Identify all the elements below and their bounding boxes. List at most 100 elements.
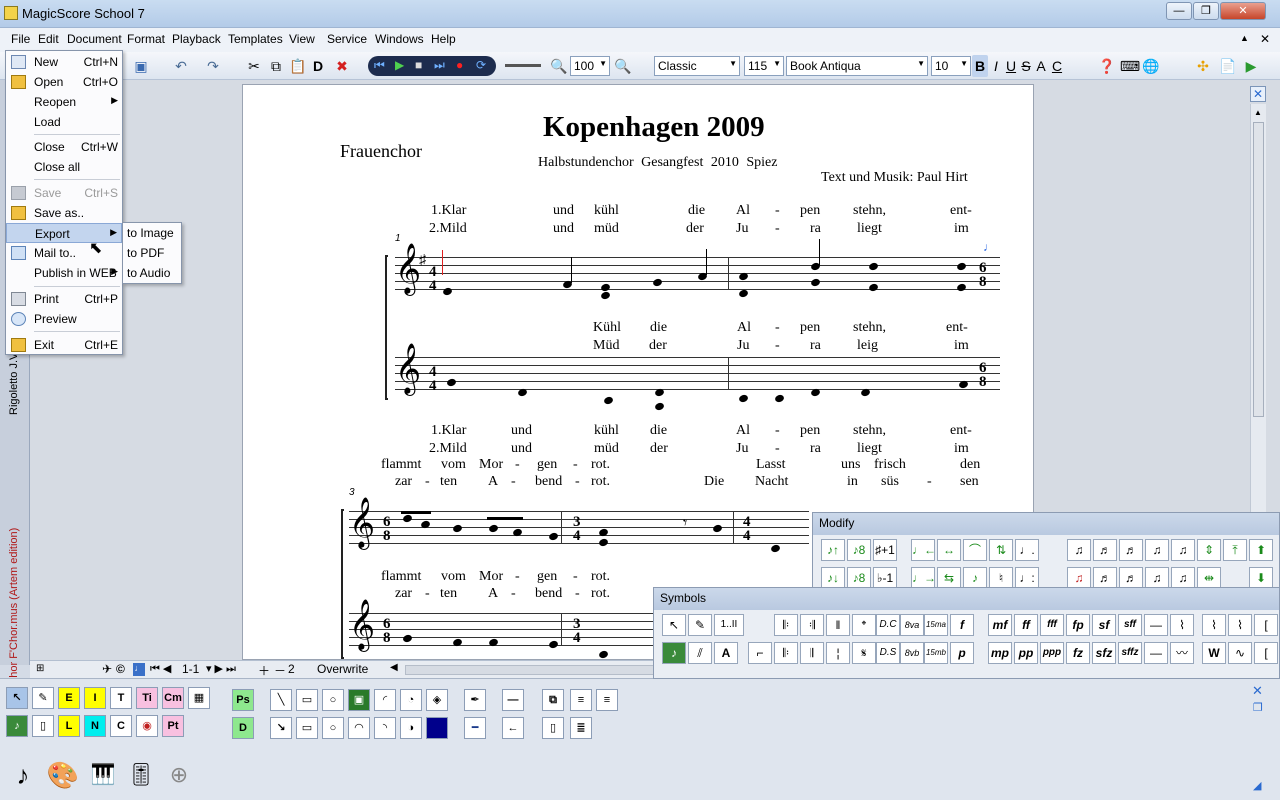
forte-button[interactable]: f <box>950 614 974 636</box>
pp-button[interactable]: pp <box>1014 642 1038 664</box>
sff-button[interactable]: sff <box>1118 614 1142 636</box>
mf-button[interactable]: mf <box>988 614 1012 636</box>
accidental-down-icon[interactable]: ♭-1 <box>873 567 897 589</box>
trill-icon[interactable]: ⌇ <box>1170 614 1194 636</box>
shrink-icon[interactable]: ⇆ <box>937 567 961 589</box>
undo-icon[interactable]: ↶ <box>170 55 192 77</box>
file-menu-print[interactable]: Print Ctrl+P <box>6 289 122 309</box>
mp-button[interactable]: mp <box>988 642 1012 664</box>
italic-button[interactable]: I <box>989 55 1003 77</box>
sf-button[interactable]: sf <box>1092 614 1116 636</box>
file-menu-close-all[interactable]: Close all <box>6 157 122 177</box>
file-menu-reopen[interactable]: Reopen ▶ <box>6 92 122 112</box>
select-tool-icon[interactable]: ↖ <box>6 687 28 709</box>
symbols-panel-title[interactable]: Symbols <box>654 588 1279 610</box>
compass-palette-tab-icon[interactable]: ⊕ <box>160 756 198 794</box>
close-panel-icon[interactable]: ✕ <box>1252 683 1263 699</box>
copy-icon[interactable]: ⧉ <box>265 55 287 77</box>
minimize-button[interactable]: — <box>1166 2 1192 20</box>
frame-tool-icon[interactable]: ▭ <box>296 717 318 739</box>
puzzle-icon[interactable]: ✣ <box>1192 55 1214 77</box>
char-button[interactable]: C <box>1050 55 1064 77</box>
tie-icon[interactable]: ⌒ <box>963 539 987 561</box>
sffz-button[interactable]: sffz <box>1118 642 1142 664</box>
note-down-icon[interactable]: ♪↓ <box>821 567 845 589</box>
file-menu-preview[interactable]: Preview <box>6 309 122 329</box>
flip-icon[interactable]: ⇅ <box>989 539 1013 561</box>
menu-service[interactable]: Service <box>324 32 370 46</box>
fill-color-icon[interactable]: ◈ <box>426 689 448 711</box>
bold-button[interactable]: B <box>972 55 988 77</box>
arc2-tool-icon[interactable]: ◠ <box>348 717 370 739</box>
arpeggio-up-icon[interactable]: ⌇ <box>1202 614 1226 636</box>
octave-up-icon[interactable]: ♪8 <box>847 539 871 561</box>
d-shape-button[interactable]: D <box>232 717 254 739</box>
note-up-icon[interactable]: ♪↑ <box>821 539 845 561</box>
piano-palette-tab-icon[interactable]: 🎹 <box>84 756 122 794</box>
32nd-beam-icon[interactable]: ♬ <box>1119 539 1143 561</box>
line-tool-icon[interactable]: ╲ <box>270 689 292 711</box>
file-menu-close[interactable]: Close Ctrl+W <box>6 137 122 157</box>
dot-icon[interactable]: ♩. <box>1015 539 1039 561</box>
file-menu-load[interactable]: Load <box>6 112 122 132</box>
record-icon[interactable]: ● <box>456 58 463 72</box>
cut-icon[interactable]: ✂ <box>243 55 265 77</box>
bracket-end-icon[interactable]: [ <box>1254 642 1278 664</box>
text-t-button[interactable]: T <box>110 687 132 709</box>
symbols-eraser-icon[interactable]: ✎ <box>688 614 712 636</box>
new-page-icon[interactable]: ▯ <box>542 717 564 739</box>
image-tool-icon[interactable]: ▣ <box>348 689 370 711</box>
segno-icon[interactable]: 𝄋 <box>852 642 876 664</box>
text-a-icon[interactable]: A <box>714 642 738 664</box>
color-swatch[interactable] <box>426 717 448 739</box>
copyright-icon[interactable]: © <box>116 662 125 676</box>
move-left-icon[interactable]: ♩← <box>911 539 936 561</box>
sixteenth-beam-icon[interactable]: ♬ <box>1093 539 1117 561</box>
forward-icon[interactable]: ⏭ <box>434 58 445 73</box>
fz-button[interactable]: fz <box>1066 642 1090 664</box>
text-i-button[interactable]: I <box>84 687 106 709</box>
size-combo[interactable]: 115 ▼ <box>744 56 784 76</box>
file-menu-new[interactable]: New Ctrl+N <box>6 52 122 72</box>
beam-join-icon[interactable]: ♫ <box>1171 539 1195 561</box>
menu-help[interactable]: Help <box>428 32 459 46</box>
note-mode-icon[interactable]: ♩ <box>133 663 145 676</box>
menu-format[interactable]: Format <box>124 32 168 46</box>
beam-split-icon[interactable]: ♫ <box>1145 539 1169 561</box>
spacing-h-icon[interactable]: ⇹ <box>1197 567 1221 589</box>
beam-break-icon[interactable]: ♫ <box>1145 567 1169 589</box>
arrow-style-icon[interactable]: ← <box>502 717 524 739</box>
notes-palette-tab-icon[interactable]: ♪ <box>4 756 42 794</box>
glissando-icon[interactable]: ∿ <box>1228 642 1252 664</box>
dashed-bar-icon[interactable]: ¦ <box>826 642 850 664</box>
move-right-icon[interactable]: ♩→ <box>911 567 936 589</box>
coda-icon[interactable]: 𝄌 <box>852 614 876 636</box>
scroll-up-icon[interactable]: ▲ <box>1254 108 1262 117</box>
mixer-palette-tab-icon[interactable]: 🎚 <box>122 756 160 794</box>
page-icon[interactable]: ▯ <box>32 715 54 737</box>
wave-icon[interactable]: W <box>1202 642 1226 664</box>
8vb-button[interactable]: 8vb <box>900 642 924 664</box>
menu-playback[interactable]: Playback <box>169 32 224 46</box>
double-bar-icon[interactable]: ‖ <box>826 614 850 636</box>
hscroll-left-icon[interactable]: ◀ <box>390 662 398 673</box>
add-remove-page-icon[interactable]: ＋－ <box>258 662 290 679</box>
line-width-icon[interactable]: ━ <box>464 717 486 739</box>
volta-icon[interactable]: ⌐ <box>748 642 772 664</box>
paste-icon[interactable]: 📋 <box>287 55 309 77</box>
fff-button[interactable]: fff <box>1040 614 1064 636</box>
eighth-beam-icon[interactable]: ♫ <box>1067 539 1091 561</box>
zoom-out-icon[interactable]: 🔍 <box>548 55 570 77</box>
close-button[interactable]: ✕ <box>1220 2 1266 20</box>
file-menu-mail[interactable]: Mail to.. <box>6 243 122 263</box>
menu-edit[interactable]: Edit <box>35 32 62 46</box>
bracket-icon[interactable]: [ <box>1254 614 1278 636</box>
symbols-note-icon[interactable]: ♪ <box>662 642 686 664</box>
font-combo[interactable]: Book Antiqua ▼ <box>786 56 928 76</box>
play-icon[interactable]: ▶ <box>395 58 404 72</box>
align-right-icon[interactable]: ≡ <box>596 689 618 711</box>
dc-button[interactable]: D.C <box>876 614 900 636</box>
ruler-icon[interactable]: ⊞ <box>36 663 44 674</box>
8va-button[interactable]: 8va <box>900 614 924 636</box>
curve-tool-icon[interactable]: ◝ <box>374 717 396 739</box>
